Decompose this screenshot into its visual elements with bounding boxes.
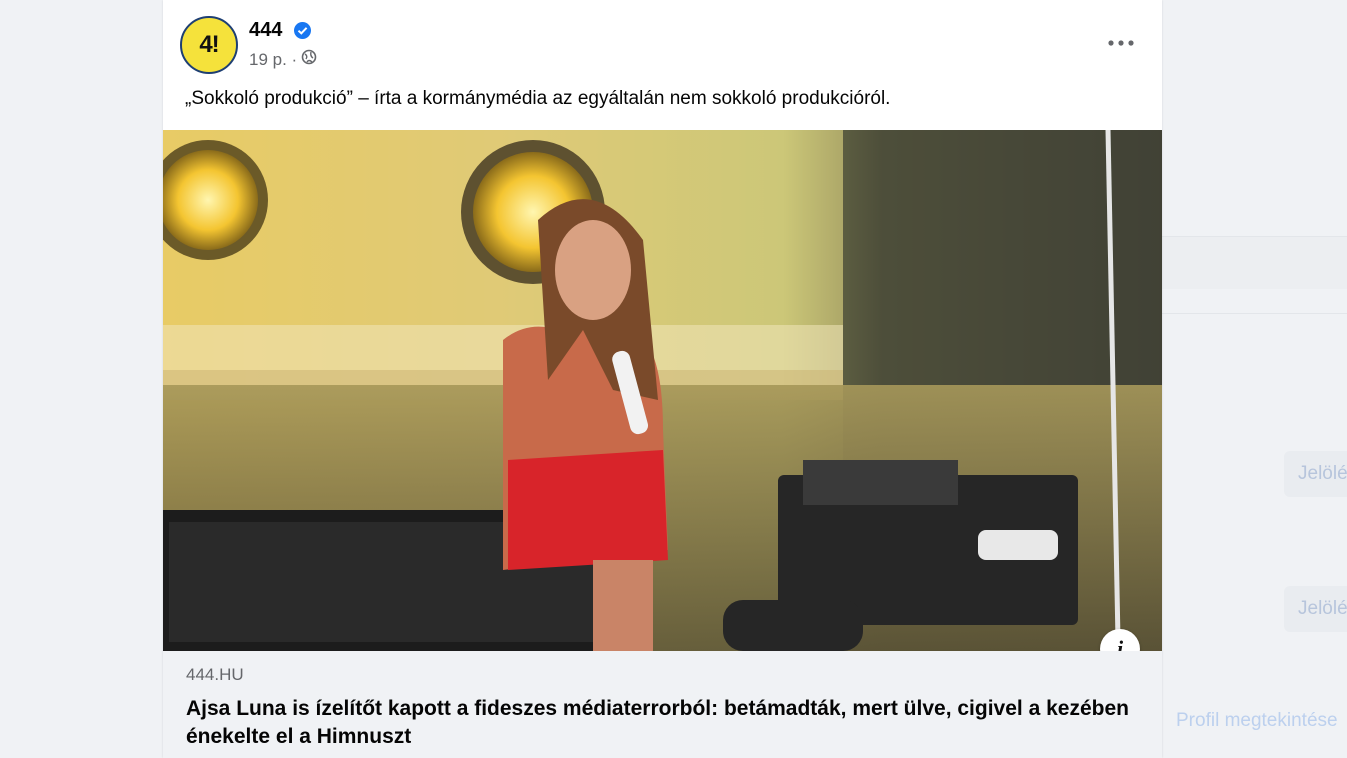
link-preview[interactable]: 444.HU Ajsa Luna is ízelítőt kapott a fi… bbox=[163, 651, 1162, 758]
right-panel-header bbox=[1162, 237, 1347, 289]
divider bbox=[1162, 313, 1347, 314]
link-domain: 444.HU bbox=[186, 665, 244, 684]
more-options-button[interactable] bbox=[1101, 24, 1141, 60]
avatar-logo-text: 4! bbox=[199, 31, 219, 58]
globe-icon bbox=[301, 49, 317, 70]
post-image[interactable] bbox=[163, 130, 1162, 651]
post-time[interactable]: 19 p. · bbox=[249, 50, 297, 70]
link-headline[interactable]: Ajsa Luna is ízelítőt kapott a fideszes … bbox=[186, 695, 1136, 751]
verified-badge-icon bbox=[294, 22, 311, 39]
page-name[interactable]: 444 bbox=[249, 19, 282, 42]
post-card: 4! 444 19 p. · „Sokkoló produkció” – írt… bbox=[163, 0, 1162, 758]
post-meta: 19 p. · bbox=[249, 49, 317, 70]
right-panel bbox=[1162, 0, 1347, 758]
left-gutter bbox=[0, 0, 163, 758]
view-profile-link[interactable]: Profil megtekintése bbox=[1176, 710, 1338, 732]
page-avatar[interactable]: 4! bbox=[180, 16, 238, 74]
post-caption: „Sokkoló produkció” – írta a kormánymédi… bbox=[185, 88, 891, 109]
friend-request-button[interactable]: Jelölés bbox=[1284, 451, 1347, 497]
friend-request-button[interactable]: Jelölés bbox=[1284, 586, 1347, 632]
ellipsis-icon bbox=[1108, 33, 1134, 51]
